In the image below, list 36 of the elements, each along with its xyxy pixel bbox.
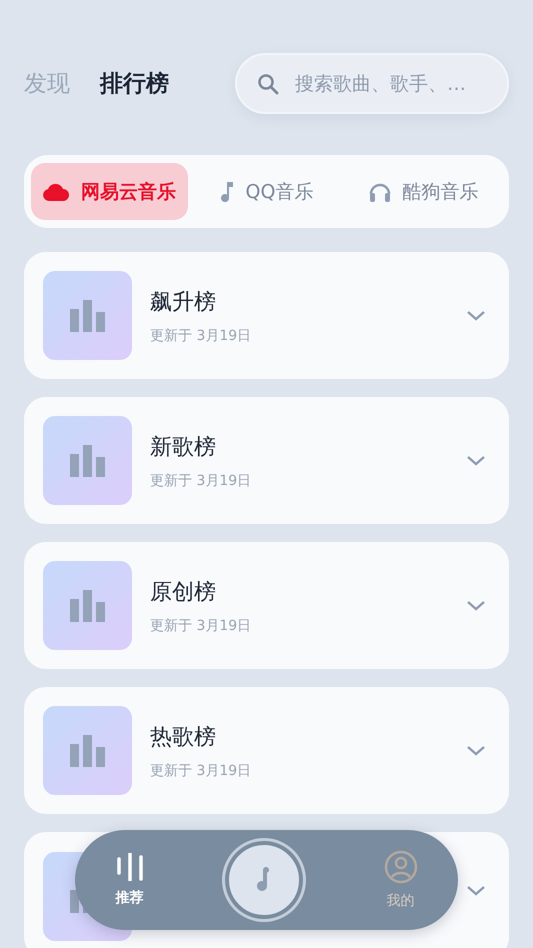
header-tab[interactable]: 排行榜 — [100, 68, 169, 99]
nav-tab[interactable]: 我的 — [384, 850, 418, 910]
chevron-down-icon[interactable] — [467, 456, 485, 466]
source-tab[interactable]: 网易云音乐 — [31, 163, 188, 220]
update-date: 更新于 3月19日 — [150, 326, 252, 344]
source-tab[interactable]: QQ音乐 — [188, 163, 345, 220]
chevron-down-icon[interactable] — [467, 310, 485, 320]
bar-chart-icon — [70, 590, 106, 622]
chart-card[interactable]: 热歌榜 更新于 3月19日 — [24, 687, 509, 814]
chevron-down-icon[interactable] — [467, 886, 485, 896]
music-note-icon — [220, 182, 234, 202]
bars-icon — [116, 853, 144, 881]
chart-card[interactable]: 飙升榜 更新于 3月19日 — [24, 252, 509, 379]
bar-chart-icon — [70, 300, 106, 332]
chevron-down-icon[interactable] — [467, 600, 485, 610]
chart-card[interactable]: 新歌榜 更新于 3月19日 — [24, 397, 509, 524]
bar-chart-icon — [70, 444, 106, 476]
player-button[interactable] — [224, 841, 302, 919]
update-date: 更新于 3月19日 — [150, 762, 252, 780]
chart-title: 热歌榜 — [150, 724, 217, 752]
bar-chart-icon — [70, 734, 106, 766]
nav-tab[interactable]: 推荐 — [116, 853, 144, 907]
update-date: 更新于 3月19日 — [150, 616, 252, 634]
chart-title: 原创榜 — [150, 578, 217, 606]
chart-card[interactable]: 原创榜 更新于 3月19日 — [24, 542, 509, 669]
cloud-icon — [43, 182, 69, 200]
header-tab[interactable]: 发现 — [24, 68, 70, 99]
search-field[interactable]: 搜索歌曲、歌手、… — [235, 53, 509, 114]
update-date: 更新于 3月19日 — [150, 472, 252, 490]
user-icon — [384, 850, 418, 884]
chart-title: 新歌榜 — [150, 434, 217, 462]
headphones-icon — [368, 182, 390, 202]
search-icon — [257, 73, 279, 95]
source-tab[interactable]: 酷狗音乐 — [345, 163, 502, 220]
chevron-down-icon[interactable] — [467, 746, 485, 756]
chart-title: 飙升榜 — [150, 288, 217, 316]
